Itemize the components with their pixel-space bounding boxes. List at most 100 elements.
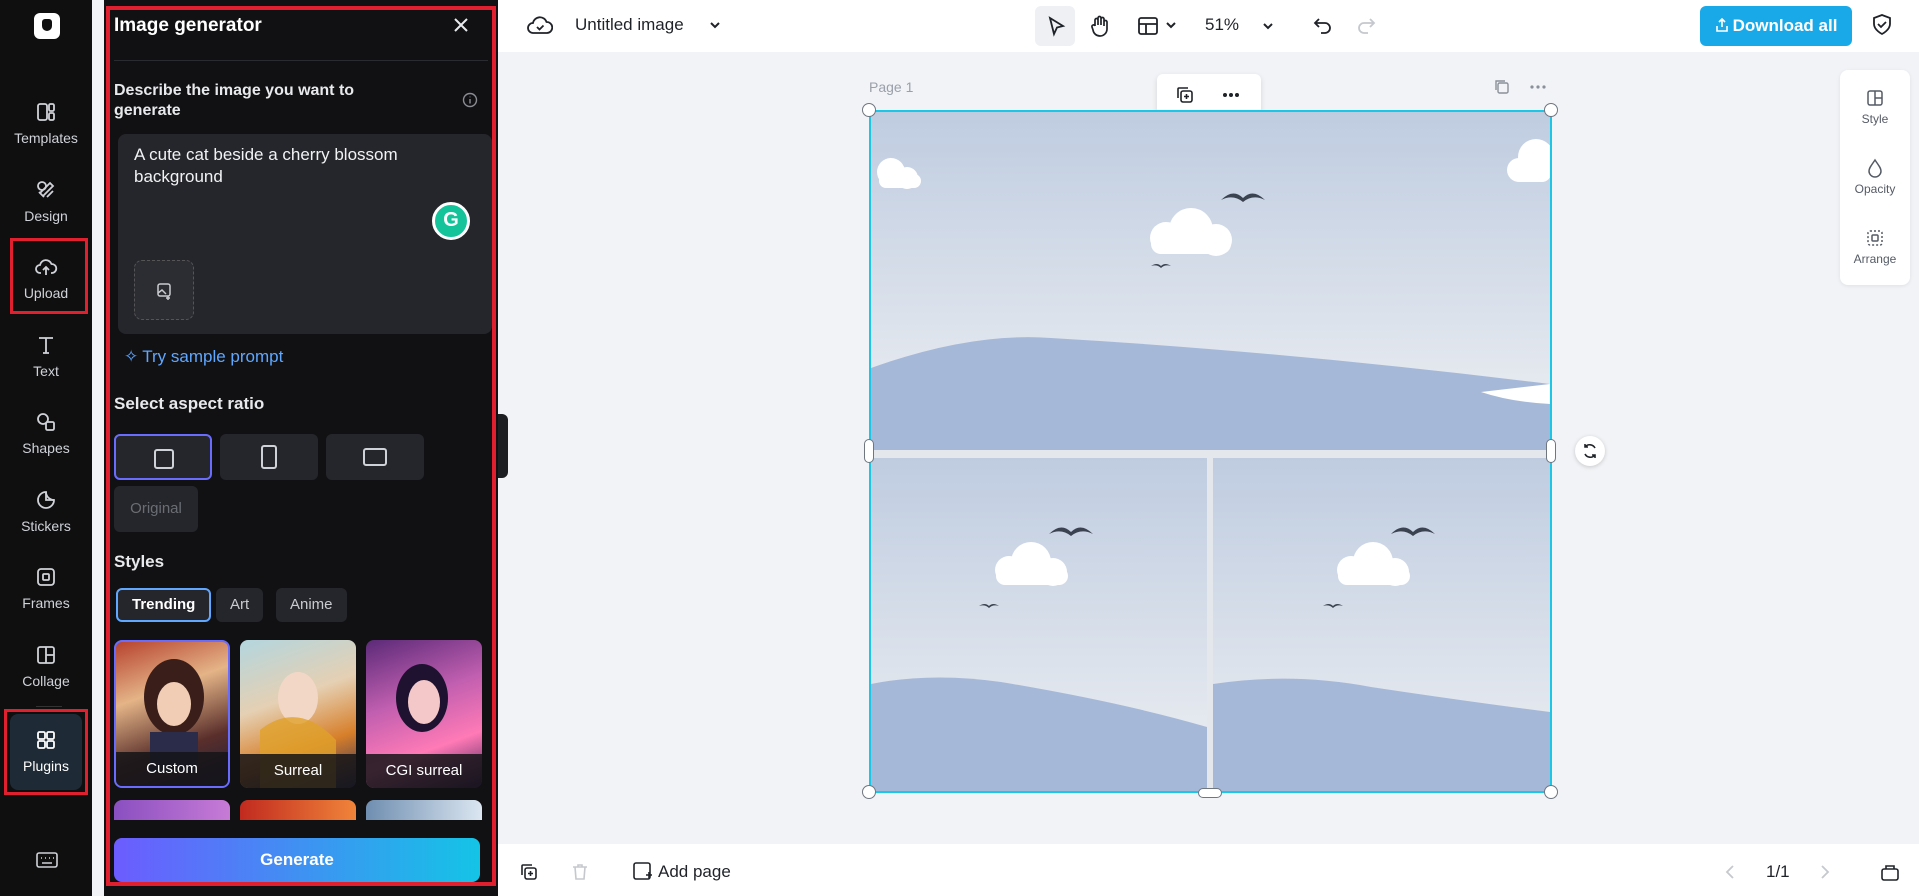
style-card-custom[interactable]: Custom	[114, 640, 230, 788]
nav-item-plugins[interactable]: Plugins	[10, 714, 82, 790]
style-card-peek[interactable]	[366, 800, 482, 820]
style-icon	[1867, 90, 1883, 106]
nav-item-stickers[interactable]: Stickers	[10, 478, 82, 548]
opacity-drop-icon	[1868, 158, 1882, 178]
properties-panel: Style Opacity Arrange	[1840, 70, 1910, 285]
prev-page-icon[interactable]	[1722, 863, 1740, 881]
arrange-label: Arrange	[1853, 252, 1897, 266]
nav-item-collage[interactable]: Collage	[10, 633, 82, 703]
chevron-down-icon[interactable]	[708, 18, 722, 32]
app-logo[interactable]	[34, 13, 60, 39]
layers-icon[interactable]	[1879, 861, 1901, 883]
resize-handle[interactable]	[1198, 788, 1222, 798]
style-card-label: Surreal	[240, 754, 356, 788]
shapes-icon	[37, 413, 55, 431]
nav-label: Text	[33, 363, 59, 379]
nav-item-shapes[interactable]: Shapes	[10, 400, 82, 470]
nav-item-upload[interactable]: Upload	[10, 245, 82, 315]
aspect-original-button[interactable]: Original	[114, 486, 198, 532]
style-tab-art[interactable]: Art	[216, 588, 264, 622]
nav-item-design[interactable]: Design	[10, 168, 82, 238]
try-sample-prompt-link[interactable]: ✧ Try sample prompt	[124, 347, 283, 367]
select-tool-button[interactable]	[1035, 6, 1075, 46]
add-page-button[interactable]: Add page	[632, 861, 731, 882]
shield-check-icon[interactable]	[1871, 13, 1893, 37]
next-page-icon[interactable]	[1815, 863, 1833, 881]
zoom-level[interactable]: 51%	[1205, 15, 1239, 35]
grammarly-icon[interactable]: G	[432, 202, 470, 240]
design-canvas[interactable]	[869, 110, 1552, 793]
nav-item-text[interactable]: Text	[10, 323, 82, 393]
prompt-text[interactable]: A cute cat beside a cherry blossom backg…	[134, 144, 434, 188]
duplicate-icon[interactable]	[1175, 85, 1195, 105]
nav-divider	[36, 706, 62, 707]
stickers-icon	[37, 491, 55, 509]
add-page-icon	[633, 862, 652, 880]
collage-artwork	[871, 112, 1550, 791]
nav-item-templates[interactable]: Templates	[10, 90, 82, 160]
style-label: Style	[1861, 112, 1889, 126]
share-upload-icon	[1715, 17, 1728, 32]
page-count: 1/1	[1766, 862, 1790, 881]
download-all-button[interactable]: Download all	[1700, 6, 1852, 46]
arrange-button[interactable]: Arrange	[1840, 228, 1910, 266]
close-icon[interactable]	[450, 14, 472, 36]
nav-rail: Templates Design Upload Text Shapes Stic…	[0, 0, 92, 896]
more-icon[interactable]	[1221, 85, 1241, 105]
trash-icon[interactable]	[570, 862, 590, 882]
portrait-ratio-icon	[261, 445, 277, 469]
info-icon[interactable]	[462, 92, 478, 108]
chevron-down-icon[interactable]	[1165, 19, 1177, 31]
redo-icon[interactable]	[1356, 14, 1378, 36]
undo-icon[interactable]	[1311, 14, 1333, 36]
style-tab-trending[interactable]: Trending	[116, 588, 212, 622]
grammarly-letter: G	[443, 209, 459, 231]
style-card-label: CGI surreal	[366, 754, 482, 788]
opacity-button[interactable]: Opacity	[1840, 158, 1910, 196]
chevron-down-icon[interactable]	[1261, 19, 1275, 33]
resize-handle[interactable]	[862, 103, 876, 117]
style-card-peek[interactable]	[114, 800, 230, 820]
style-card-label: Custom	[116, 752, 228, 786]
resize-handle[interactable]	[864, 439, 874, 463]
style-card-peek[interactable]	[240, 800, 356, 820]
panel-divider	[114, 60, 488, 61]
templates-icon	[37, 103, 55, 121]
nav-label: Collage	[22, 673, 70, 689]
cloud-save-icon[interactable]	[527, 14, 553, 36]
style-card-surreal[interactable]: Surreal	[240, 640, 356, 788]
resize-handle[interactable]	[1546, 439, 1556, 463]
hand-icon[interactable]	[1089, 14, 1111, 38]
document-title[interactable]: Untitled image	[575, 15, 684, 35]
panel-title: Image generator	[114, 15, 262, 36]
design-icon	[37, 181, 55, 198]
rotate-handle[interactable]	[1575, 436, 1605, 466]
resize-handle[interactable]	[1544, 785, 1558, 799]
copy-page-icon[interactable]	[1493, 79, 1511, 95]
nav-label: Shapes	[22, 440, 70, 456]
arrange-icon	[1867, 230, 1883, 246]
rotate-icon	[1584, 443, 1596, 459]
nav-item-frames[interactable]: Frames	[10, 555, 82, 625]
page-more-icon[interactable]	[1529, 80, 1547, 94]
upload-cloud-icon	[35, 259, 58, 275]
sample-prompt-label: Try sample prompt	[142, 347, 284, 366]
layout-icon[interactable]	[1137, 15, 1159, 37]
resize-handle[interactable]	[1544, 103, 1558, 117]
keyboard-icon[interactable]	[36, 851, 58, 869]
add-page-label: Add page	[658, 862, 731, 881]
generate-button[interactable]: Generate	[114, 838, 480, 882]
aspect-landscape-button[interactable]	[326, 434, 424, 480]
aspect-portrait-button[interactable]	[220, 434, 318, 480]
reference-image-upload[interactable]	[134, 260, 194, 320]
resize-handle[interactable]	[862, 785, 876, 799]
style-button[interactable]: Style	[1840, 88, 1910, 126]
style-card-cgi-surreal[interactable]: CGI surreal	[366, 640, 482, 788]
style-tab-anime[interactable]: Anime	[276, 588, 347, 622]
text-icon	[39, 337, 53, 354]
aspect-square-button[interactable]	[114, 434, 212, 480]
describe-label: Describe the image you want to generate	[114, 82, 355, 119]
duplicate-page-icon[interactable]	[519, 862, 539, 882]
prompt-textarea[interactable]: A cute cat beside a cherry blossom backg…	[118, 134, 492, 334]
collapse-panel-handle[interactable]	[498, 414, 508, 478]
